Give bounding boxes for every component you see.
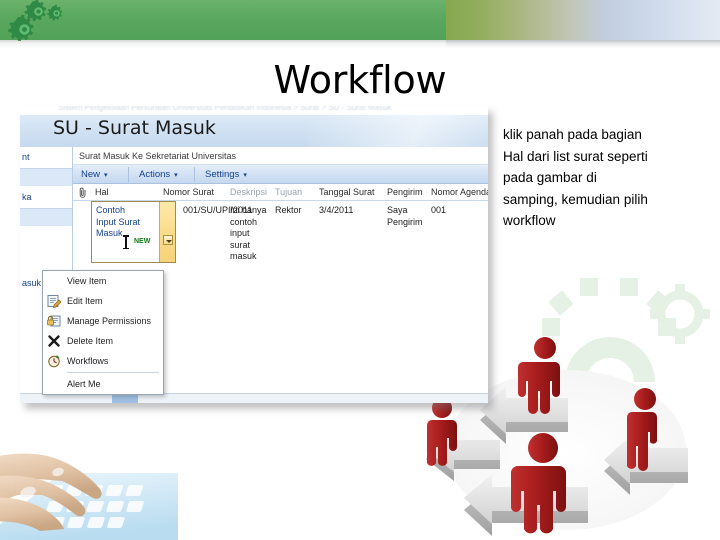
actions-button[interactable]: Actions ▾: [135, 165, 182, 184]
scrollbar-thumb[interactable]: [112, 395, 138, 403]
settings-button[interactable]: Settings ▾: [201, 165, 251, 184]
chevron-down-icon: ▾: [104, 172, 108, 179]
banner-gradient-block: [446, 0, 720, 40]
permissions-lock-icon: [43, 311, 65, 331]
menu-item-label: Alert Me: [67, 379, 101, 389]
chevron-down-icon: ▾: [243, 172, 247, 179]
menu-item-delete-item[interactable]: Delete Item: [43, 331, 163, 351]
slide-banner: [0, 0, 720, 49]
list-toolbar: New ▾ Actions ▾ Settings ▾: [73, 165, 488, 184]
breadcrumb-text: Sistem Pengelolaan Persuratan Universita…: [58, 106, 392, 112]
toolbar-divider: [128, 167, 129, 182]
hal-cell[interactable]: Contoh Input Surat Masuk NEW: [91, 201, 176, 263]
column-header-nomor-agenda[interactable]: Nomor Agenda: [431, 184, 488, 201]
hal-dropdown-button[interactable]: [159, 202, 175, 262]
cell-deskripsi: Ini hanya contoh input surat masuk: [230, 205, 267, 261]
delete-x-icon: [43, 331, 65, 351]
column-header-pengirim[interactable]: Pengirim: [387, 184, 423, 201]
list-description: Surat Masuk Ke Sekretariat Universitas: [73, 147, 488, 165]
sidebar-item-4[interactable]: [20, 229, 72, 246]
gears-logo-icon: [8, 0, 63, 42]
column-header-nomor-surat[interactable]: Nomor Surat: [163, 184, 214, 201]
chevron-down-icon: ▾: [174, 172, 178, 179]
text-cursor-icon: [123, 235, 128, 249]
menu-item-alert-me[interactable]: Alert Me: [43, 374, 163, 394]
menu-item-label: Workflows: [67, 356, 109, 366]
menu-item-label: Manage Permissions: [67, 316, 152, 326]
chevron-down-icon: [163, 235, 173, 245]
slide-canvas: Workflow Sistem Pengelolaan Persuratan U…: [0, 0, 720, 540]
list-page-title: SU - Surat Masuk: [53, 117, 216, 139]
actions-button-label: Actions: [139, 169, 171, 180]
new-button[interactable]: New ▾: [77, 165, 112, 184]
menu-item-workflows[interactable]: Workflows: [43, 351, 163, 371]
menu-divider: [67, 372, 159, 373]
banner-shadow-right: [446, 40, 720, 47]
cell-tujuan: Rektor: [275, 205, 302, 215]
page-title: Workflow: [273, 58, 447, 102]
menu-item-label: Edit Item: [67, 296, 103, 306]
toolbar-divider: [194, 167, 195, 182]
menu-item-edit-item[interactable]: Edit Item: [43, 291, 163, 311]
workflow-clock-icon: [43, 351, 65, 371]
column-header-tujuan[interactable]: Tujuan: [275, 184, 302, 201]
blank-icon: [43, 271, 65, 291]
paperclip-icon: [79, 187, 86, 198]
menu-item-view-item[interactable]: View Item: [43, 271, 163, 291]
title-bar-sheen: [308, 115, 488, 147]
new-button-label: New: [81, 169, 101, 180]
hands-typing-keyboard-photo: [0, 413, 178, 540]
table-header-row: Hal Nomor Surat Deskripsi Tujuan Tanggal…: [73, 184, 488, 201]
sidebar-item-0[interactable]: nt: [20, 149, 72, 166]
hal-cell-text: Contoh Input Surat Masuk: [96, 205, 141, 238]
sidebar-item-3[interactable]: [20, 209, 72, 226]
column-header-deskripsi[interactable]: Deskripsi: [230, 184, 267, 201]
cell-pengirim: Saya Pengirim: [387, 205, 423, 227]
menu-item-manage-permissions[interactable]: Manage Permissions: [43, 311, 163, 331]
cell-nomor-agenda: 001: [431, 205, 447, 215]
column-header-tanggal-surat[interactable]: Tanggal Surat: [319, 184, 375, 201]
blank-icon: [43, 374, 65, 394]
cell-tanggal-surat: 3/4/2011: [319, 205, 354, 215]
callout-text: klik panah pada bagian Hal dari list sur…: [503, 127, 648, 228]
new-badge: NEW: [134, 238, 151, 245]
sidebar-item-1[interactable]: [20, 169, 72, 186]
context-menu: View Item Edit Item Manage Permissions D…: [42, 270, 164, 395]
column-header-hal[interactable]: Hal: [95, 184, 109, 201]
sharepoint-screenshot-panel: Sistem Pengelolaan Persuratan Universita…: [20, 106, 488, 403]
menu-item-label: Delete Item: [67, 336, 114, 346]
settings-button-label: Settings: [205, 169, 240, 180]
menu-item-label: View Item: [67, 276, 107, 286]
edit-pencil-icon: [43, 291, 65, 311]
breadcrumb: Sistem Pengelolaan Persuratan Universita…: [20, 106, 488, 115]
sidebar-item-2[interactable]: ka: [20, 189, 72, 206]
table-row: Contoh Input Surat Masuk NEW 001/SU/UPI/…: [73, 201, 488, 271]
